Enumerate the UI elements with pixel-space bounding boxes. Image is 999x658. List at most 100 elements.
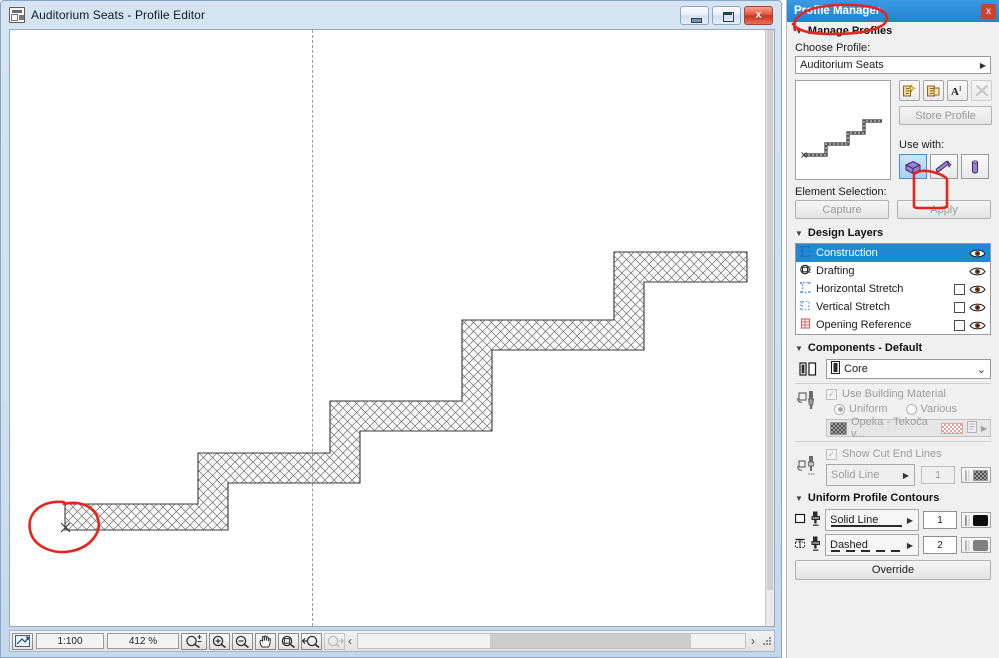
chevron-right-icon: ▶ <box>979 60 986 70</box>
previous-zoom-icon[interactable] <box>301 632 322 650</box>
layer-visibility-eye-icon[interactable] <box>969 248 986 259</box>
cut-end-line-type-dropdown: Solid Line ▶ <box>826 464 915 486</box>
profile-editor-icon <box>9 7 25 23</box>
outer-contour-pen-color[interactable] <box>961 512 991 528</box>
cut-end-pen-icon <box>795 456 821 476</box>
layer-visibility-eye-icon[interactable] <box>969 266 986 277</box>
layer-row-drafting[interactable]: Drafting <box>796 262 990 280</box>
layer-row-opening-reference[interactable]: Opening Reference <box>796 316 990 334</box>
layer-visibility-eye-icon[interactable] <box>969 302 986 313</box>
override-button[interactable]: Override <box>795 560 991 580</box>
next-zoom-icon <box>324 632 345 650</box>
horizontal-stretch-layer-icon <box>799 281 812 297</box>
section-manage-profiles[interactable]: ▼ Manage Profiles <box>787 22 999 39</box>
outer-contour-pen-number[interactable]: 1 <box>923 511 957 529</box>
layer-checkbox[interactable] <box>954 301 965 313</box>
layer-row-construction[interactable]: Construction <box>796 244 990 262</box>
svg-text:I: I <box>959 85 962 93</box>
minimize-button[interactable] <box>680 6 709 25</box>
section-design-layers[interactable]: ▼ Design Layers <box>787 224 999 241</box>
inner-contour-pen-color[interactable] <box>961 537 991 553</box>
show-cut-end-lines-checkbox: ✓ <box>826 448 837 460</box>
capture-button: Capture <box>795 200 889 219</box>
outer-contour-line-type-dropdown[interactable]: Solid Line ▶ <box>825 509 919 531</box>
section-uniform-profile-contours-label: Uniform Profile Contours <box>807 492 940 504</box>
layer-checkbox[interactable] <box>954 319 965 331</box>
show-cut-end-lines-row: ✓ Show Cut End Lines <box>826 448 991 460</box>
layer-visibility-eye-icon[interactable] <box>969 320 986 331</box>
inner-contour-pen-number[interactable]: 2 <box>923 536 957 554</box>
choose-profile-dropdown[interactable]: Auditorium Seats ▶ <box>795 56 991 74</box>
scale-value[interactable]: 1:100 <box>36 633 104 649</box>
use-building-material-row: ✓ Use Building Material <box>826 388 991 400</box>
layer-row-horizontal-stretch[interactable]: Horizontal Stretch <box>796 280 990 298</box>
outer-contour-pen-swatch <box>972 514 988 526</box>
rename-profile-icon[interactable]: AI <box>947 80 968 101</box>
zoom-value[interactable]: 412 % <box>107 633 179 649</box>
component-dropdown[interactable]: Core ⌄ <box>826 359 991 379</box>
new-profile-icon[interactable] <box>899 80 920 101</box>
choose-profile-value: Auditorium Seats <box>800 59 884 71</box>
layer-visibility-eye-icon[interactable] <box>969 284 986 295</box>
fit-in-window-icon[interactable] <box>278 632 299 650</box>
scroll-left-arrow[interactable]: ‹ <box>345 634 355 648</box>
fill-brush-icon <box>795 390 821 410</box>
canvas-vertical-scrollbar[interactable] <box>765 30 774 626</box>
chevron-right-icon: ▶ <box>980 423 987 433</box>
drafting-layer-icon <box>799 263 812 279</box>
fit-to-window-icon[interactable] <box>12 632 33 650</box>
auditorium-seats-stair-profile <box>64 251 748 531</box>
element-selection-label: Element Selection: <box>795 186 887 198</box>
uniform-label: Uniform <box>849 403 888 415</box>
store-profile-button: Store Profile <box>899 106 992 125</box>
section-uniform-profile-contours[interactable]: ▼ Uniform Profile Contours <box>787 489 999 506</box>
inner-contour-line-sample <box>831 550 902 552</box>
use-with-column-icon[interactable] <box>961 154 989 179</box>
window-controls: x <box>677 6 773 25</box>
close-button[interactable]: x <box>744 6 773 25</box>
inner-contour-line-type-dropdown[interactable]: Dashed ▶ <box>825 534 919 556</box>
canvas-drawing-area[interactable] <box>10 30 774 626</box>
pan-hand-icon[interactable] <box>255 632 276 650</box>
zoom-out-icon[interactable] <box>232 632 253 650</box>
profile-editor-canvas[interactable] <box>9 29 775 627</box>
section-manage-profiles-label: Manage Profiles <box>807 25 893 37</box>
layer-label: Vertical Stretch <box>816 301 890 313</box>
apply-button: Apply <box>897 200 991 219</box>
layer-label: Drafting <box>816 265 855 277</box>
duplicate-profile-icon[interactable] <box>923 80 944 101</box>
layer-label: Horizontal Stretch <box>816 283 904 295</box>
core-icon <box>831 361 840 377</box>
use-with-beam-icon[interactable] <box>930 154 958 179</box>
profile-manager-close-icon[interactable]: x <box>981 3 996 19</box>
outer-contour-icon[interactable] <box>794 512 808 528</box>
pen-icon <box>810 511 821 529</box>
design-layers-list[interactable]: Construction Drafting Horizontal Stretch… <box>795 243 991 335</box>
chevron-right-icon: ▶ <box>902 470 909 480</box>
horizontal-scrollbar[interactable] <box>357 633 746 649</box>
vertical-scroll-thumb[interactable] <box>767 30 773 590</box>
material-doc-icon <box>966 420 977 436</box>
maximize-button[interactable] <box>712 6 741 25</box>
use-building-material-checkbox: ✓ <box>826 388 837 400</box>
chevron-down-icon: ▼ <box>795 493 803 503</box>
cut-end-pen-swatch <box>972 469 988 481</box>
horizontal-scroll-thumb[interactable] <box>489 634 691 648</box>
section-components[interactable]: ▼ Components - Default <box>787 339 999 356</box>
profile-manager-panel: Profile Manager x ▼ Manage Profiles Choo… <box>786 0 999 658</box>
scroll-right-arrow[interactable]: › <box>748 634 758 648</box>
brick-texture-swatch <box>830 421 847 435</box>
resize-grip-icon[interactable] <box>760 633 774 650</box>
pink-hatch-swatch <box>940 422 963 434</box>
chevron-down-icon: ▼ <box>795 228 803 238</box>
chevron-right-icon: ▶ <box>906 540 913 550</box>
section-components-label: Components - Default <box>807 342 923 354</box>
chevron-right-icon: ▶ <box>906 515 913 525</box>
use-with-wall-icon[interactable] <box>899 154 927 179</box>
inner-contour-icon[interactable] <box>795 537 808 553</box>
zoom-in-out-icon[interactable] <box>181 632 207 650</box>
layer-row-vertical-stretch[interactable]: Vertical Stretch <box>796 298 990 316</box>
layer-checkbox[interactable] <box>954 283 965 295</box>
profile-preview-stairs[interactable] <box>795 80 891 180</box>
zoom-in-icon[interactable] <box>209 632 230 650</box>
